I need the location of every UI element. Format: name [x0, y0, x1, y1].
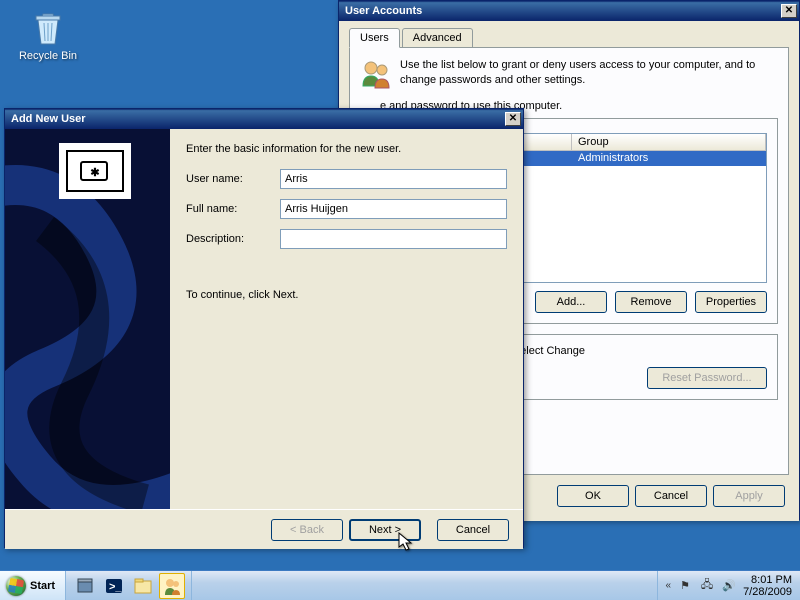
- desktop-icon-recycle-bin[interactable]: Recycle Bin: [18, 8, 78, 62]
- ql-server-manager[interactable]: [72, 573, 98, 599]
- svg-text:>_: >_: [109, 581, 122, 593]
- add-new-user-window: Add New User ✕ ✱ Enter the basic informa…: [4, 108, 524, 548]
- cancel-button[interactable]: Cancel: [635, 485, 707, 507]
- apply-button: Apply: [713, 485, 785, 507]
- wizard-title: Add New User: [11, 113, 505, 125]
- tray-expand-icon[interactable]: «: [666, 580, 672, 591]
- tab-advanced-label: Advanced: [413, 32, 462, 44]
- clock[interactable]: 8:01 PM 7/28/2009: [743, 574, 792, 598]
- wizard-instruction: Enter the basic information for the new …: [186, 143, 507, 155]
- clock-time: 8:01 PM: [743, 574, 792, 586]
- close-icon[interactable]: ✕: [505, 112, 521, 126]
- tab-users[interactable]: Users: [349, 28, 400, 48]
- users-icon: [360, 58, 392, 90]
- close-icon[interactable]: ✕: [781, 4, 797, 18]
- wizard-sidebar: ✱: [5, 129, 170, 509]
- back-button: < Back: [271, 519, 343, 541]
- ql-explorer[interactable]: [130, 573, 156, 599]
- wizard-titlebar[interactable]: Add New User ✕: [5, 109, 523, 129]
- svg-text:✱: ✱: [90, 167, 99, 179]
- taskbar: Start >_ « ⚑ 🖧 🔊 8:01 PM 7/28/2009: [0, 570, 800, 600]
- description-label: Description:: [186, 233, 280, 245]
- row-group: Administrators: [578, 152, 760, 165]
- system-tray: « ⚑ 🖧 🔊 8:01 PM 7/28/2009: [657, 571, 800, 600]
- ql-powershell[interactable]: >_: [101, 573, 127, 599]
- ok-button[interactable]: OK: [557, 485, 629, 507]
- fullname-field[interactable]: [280, 199, 507, 219]
- recycle-bin-icon: [28, 8, 68, 48]
- wizard-continue-text: To continue, click Next.: [186, 289, 507, 301]
- windows-logo-icon: [6, 576, 26, 596]
- remove-button[interactable]: Remove: [615, 291, 687, 313]
- username-label: User name:: [186, 173, 280, 185]
- fullname-label: Full name:: [186, 203, 280, 215]
- next-button[interactable]: Next >: [349, 519, 421, 541]
- start-button[interactable]: Start: [0, 571, 66, 600]
- recycle-bin-label: Recycle Bin: [18, 50, 78, 62]
- username-field[interactable]: [280, 169, 507, 189]
- quick-launch: >_: [66, 571, 192, 600]
- volume-icon[interactable]: 🔊: [721, 578, 737, 594]
- intro-text: Use the list below to grant or deny user…: [400, 58, 778, 90]
- network-icon[interactable]: 🖧: [699, 578, 715, 594]
- reset-password-button: Reset Password...: [647, 367, 767, 389]
- start-label: Start: [30, 580, 55, 592]
- properties-button[interactable]: Properties: [695, 291, 767, 313]
- flag-icon[interactable]: ⚑: [677, 578, 693, 594]
- user-accounts-titlebar[interactable]: User Accounts ✕: [339, 1, 799, 21]
- tab-users-label: Users: [360, 32, 389, 44]
- add-button[interactable]: Add...: [535, 291, 607, 313]
- ql-user-accounts[interactable]: [159, 573, 185, 599]
- user-accounts-tabs: Users Advanced: [349, 28, 789, 48]
- user-accounts-title: User Accounts: [345, 5, 781, 17]
- clock-date: 7/28/2009: [743, 586, 792, 598]
- tab-advanced[interactable]: Advanced: [402, 28, 473, 47]
- wizard-cancel-button[interactable]: Cancel: [437, 519, 509, 541]
- col-group[interactable]: Group: [572, 134, 766, 150]
- description-field[interactable]: [280, 229, 507, 249]
- wizard-card-icon: ✱: [59, 143, 131, 199]
